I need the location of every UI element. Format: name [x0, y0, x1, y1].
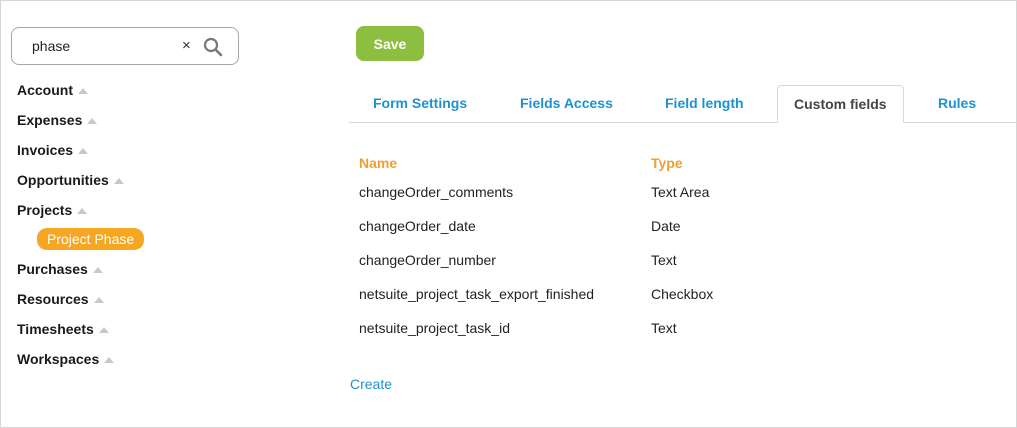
field-name-cell: changeOrder_date	[359, 218, 476, 234]
column-header-name: Name	[359, 155, 398, 171]
field-type-cell: Text	[651, 320, 677, 336]
sidebar-item-label: Workspaces	[17, 351, 100, 367]
sidebar-item-label: Timesheets	[17, 321, 94, 337]
caret-up-icon	[98, 327, 109, 333]
sidebar-item-label: Invoices	[17, 142, 74, 158]
sidebar-item-resources[interactable]: Resources	[17, 290, 237, 320]
sidebar-item-label: Account	[17, 82, 73, 98]
field-type-cell: Text	[651, 252, 677, 268]
sidebar-subitem-project-phase[interactable]: Project Phase	[37, 228, 145, 250]
tab-rules[interactable]: Rules	[938, 85, 976, 122]
caret-up-icon	[77, 208, 88, 214]
sidebar-item-label: Projects	[17, 202, 73, 218]
tab-custom-fields[interactable]: Custom fields	[777, 85, 904, 123]
clear-icon[interactable]: ×	[182, 36, 191, 56]
sidebar-item-purchases[interactable]: Purchases	[17, 260, 237, 290]
field-type-cell: Date	[651, 218, 681, 234]
sidebar-item-projects[interactable]: Projects	[17, 201, 237, 231]
caret-up-icon	[93, 297, 104, 303]
field-name-cell: netsuite_project_task_id	[359, 320, 510, 336]
field-name-cell: netsuite_project_task_export_finished	[359, 286, 595, 302]
field-name-cell: changeOrder_number	[359, 252, 496, 268]
caret-up-icon	[104, 357, 115, 363]
field-name-cell: changeOrder_comments	[359, 184, 514, 200]
search-box[interactable]: ×	[11, 27, 239, 65]
table-row[interactable]: changeOrder_number Text	[359, 243, 713, 277]
table-header-row: Name Type	[359, 151, 713, 175]
search-input[interactable]	[32, 36, 172, 56]
field-type-cell: Checkbox	[651, 286, 714, 302]
column-header-type: Type	[651, 155, 683, 171]
table-row[interactable]: changeOrder_comments Text Area	[359, 175, 713, 209]
caret-up-icon	[78, 88, 88, 94]
caret-up-icon	[113, 178, 124, 184]
tab-field-length[interactable]: Field length	[665, 85, 744, 122]
sidebar-item-workspaces[interactable]: Workspaces	[17, 350, 237, 380]
sidebar-item-invoices[interactable]: Invoices	[17, 141, 237, 171]
field-type-cell: Text Area	[651, 184, 710, 200]
tab-bar: Form Settings Fields Access Field length…	[349, 85, 1017, 123]
table-row[interactable]: changeOrder_date Date	[359, 209, 713, 243]
sidebar-item-label: Purchases	[17, 261, 88, 277]
app-frame: × Account Expenses Invoices Opportunitie…	[0, 0, 1017, 428]
sidebar-item-label: Opportunities	[17, 172, 109, 188]
caret-up-icon	[92, 267, 103, 273]
sidebar-nav: Account Expenses Invoices Opportunities …	[17, 81, 237, 380]
table-row[interactable]: netsuite_project_task_export_finished Ch…	[359, 277, 713, 311]
sidebar-item-timesheets[interactable]: Timesheets	[17, 320, 237, 350]
caret-up-icon	[78, 148, 89, 154]
tab-form-settings[interactable]: Form Settings	[373, 85, 467, 122]
search-icon[interactable]	[202, 36, 224, 58]
sidebar-item-opportunities[interactable]: Opportunities	[17, 171, 237, 201]
sidebar-item-label: Expenses	[17, 112, 83, 128]
tab-fields-access[interactable]: Fields Access	[520, 85, 613, 122]
sidebar-item-label: Resources	[17, 291, 89, 307]
sidebar-item-expenses[interactable]: Expenses	[17, 111, 237, 141]
sidebar-item-account[interactable]: Account	[17, 81, 237, 111]
table-row[interactable]: netsuite_project_task_id Text	[359, 311, 713, 345]
create-link[interactable]: Create	[350, 376, 392, 392]
save-button[interactable]: Save	[356, 26, 424, 61]
custom-fields-table: Name Type changeOrder_comments Text Area…	[359, 151, 713, 345]
caret-up-icon	[87, 118, 98, 124]
